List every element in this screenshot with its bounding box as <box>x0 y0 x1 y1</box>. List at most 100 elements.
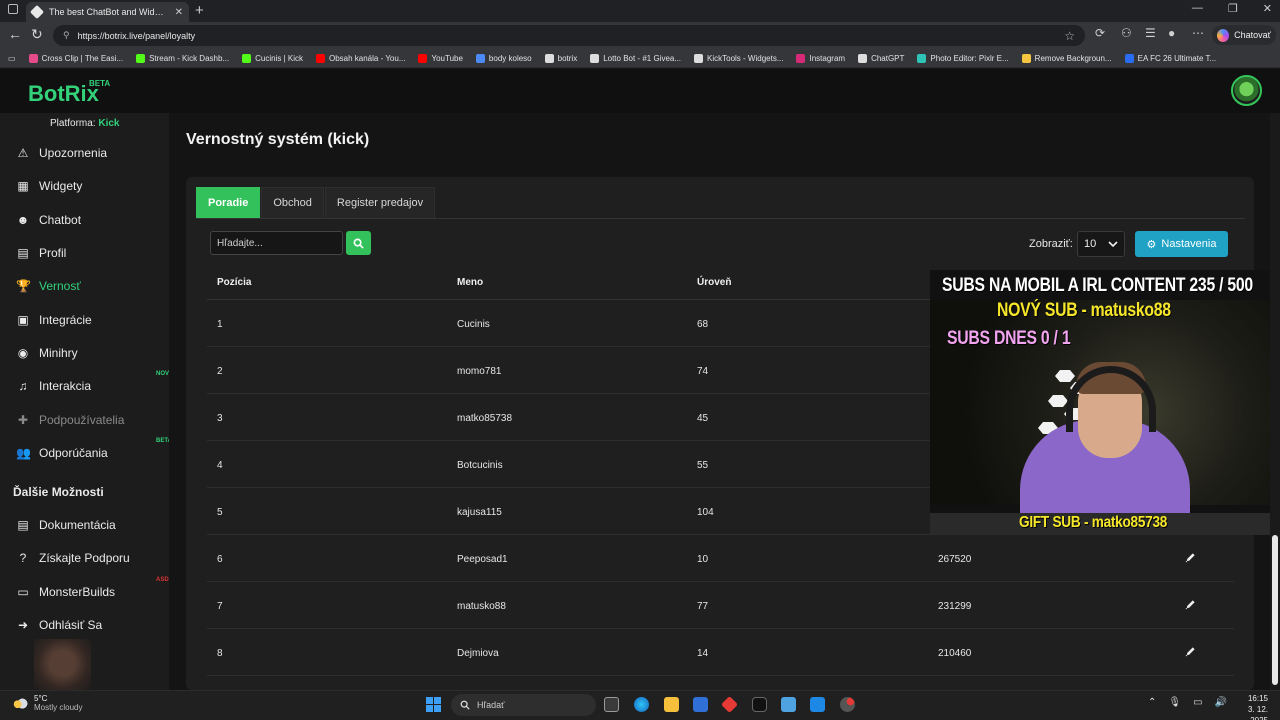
taskbar-search[interactable]: Hľadať <box>451 694 596 716</box>
new-tab-icon[interactable]: + <box>195 2 204 19</box>
file-explorer-icon[interactable] <box>664 697 679 712</box>
sidebar-item-logout[interactable]: ➜ Odhlásiť Sa <box>16 615 166 635</box>
bookmark-item[interactable]: Instagram <box>796 53 846 63</box>
bookmark-item[interactable]: ChatGPT <box>858 53 904 63</box>
extensions-icon[interactable]: ⟳ <box>1095 26 1105 40</box>
gamepad-icon: ◉ <box>17 346 29 360</box>
header-position[interactable]: Pozícia <box>217 277 251 288</box>
bookmark-item[interactable]: body koleso <box>475 53 532 63</box>
bookmark-item[interactable]: Obsah kanála - You... <box>315 53 406 63</box>
address-bar[interactable]: ⚲ https://botrix.live/panel/loyalty ☆ <box>53 25 1085 46</box>
cell-name: Peeposad1 <box>457 554 508 565</box>
sub-goal-text: SUBS NA MOBIL A IRL CONTENT 235 / 500 <box>942 275 1253 296</box>
bookmark-label: Instagram <box>809 53 846 63</box>
search-icon <box>353 238 364 249</box>
settings-button[interactable]: ⚙ Nastavenia <box>1135 231 1228 257</box>
sidebar-item-subusers[interactable]: ✚ Podpoužívatelia <box>16 410 166 430</box>
task-view-icon[interactable] <box>604 697 619 712</box>
sidebar-item-integrations[interactable]: ▣ Integrácie <box>16 310 166 330</box>
search-button[interactable] <box>346 231 371 255</box>
site-info-icon[interactable]: ⚲ <box>63 30 70 41</box>
scrollbar-thumb[interactable] <box>1272 535 1278 685</box>
more-options-icon[interactable]: ⋯ <box>1192 26 1204 40</box>
obs-icon[interactable] <box>840 697 855 712</box>
bookmark-favicon-icon <box>796 53 806 63</box>
copilot-button[interactable]: Chatovať <box>1212 25 1276 45</box>
bookmark-label: YouTube <box>431 53 463 63</box>
start-button[interactable] <box>426 697 441 712</box>
tiktok-icon[interactable] <box>752 697 767 712</box>
close-tab-icon[interactable]: ✕ <box>175 7 183 18</box>
gears-icon: ⚙ <box>1146 238 1157 251</box>
pencil-icon[interactable] <box>1185 552 1196 563</box>
sidebar-item-loyalty[interactable]: 🏆 Vernosť <box>16 276 166 296</box>
bookmark-label: Cross Clip | The Easi... <box>41 53 124 63</box>
bookmark-item[interactable]: Photo Editor: Pixlr E... <box>917 53 1009 63</box>
sidebar-section-title: Ďalšie Možnosti <box>13 485 104 499</box>
microphone-icon[interactable]: 🎙 <box>1168 697 1181 708</box>
show-entries-select[interactable]: 10 <box>1077 231 1125 257</box>
network-icon[interactable]: ▭ <box>1193 697 1202 708</box>
split-screen-icon[interactable]: ⚇ <box>1121 26 1132 40</box>
sidebar-item-support[interactable]: ? Získajte Podporu <box>16 548 166 568</box>
bookmarks-bar: ▭ Cross Clip | The Easi... Stream - Kick D… <box>0 49 1280 68</box>
bookmark-item[interactable]: YouTube <box>418 53 463 63</box>
tab-leaderboard[interactable]: Poradie <box>196 187 261 219</box>
taskbar-clock[interactable]: 16:15 3. 12. 2025 <box>1228 693 1268 720</box>
back-icon[interactable]: ← <box>8 26 22 42</box>
table-row: 6 Peeposad1 10 267520 <box>207 535 1234 582</box>
sidebar-item-alerts[interactable]: ⚠ Upozornenia <box>16 143 166 163</box>
edge-icon[interactable] <box>634 697 649 712</box>
sidebar-item-minigames[interactable]: ◉ Minihry <box>16 343 166 363</box>
warning-icon: ⚠ <box>17 146 29 160</box>
browser-tab[interactable]: The best ChatBot and Widgets for ✕ <box>26 2 189 22</box>
chevron-up-icon[interactable]: ⌃ <box>1148 697 1156 708</box>
tab-shop[interactable]: Obchod <box>261 187 324 219</box>
sidebar-item-documentation[interactable]: ▤ Dokumentácia <box>16 515 166 535</box>
bookmark-item[interactable]: Stream - Kick Dashb... <box>136 53 229 63</box>
bookmark-item[interactable]: Cucinis | Kick <box>242 53 303 63</box>
reading-list-icon[interactable]: ▭ <box>8 54 16 63</box>
sidebar-item-profile[interactable]: ▤ Profil <box>16 243 166 263</box>
sidebar-item-interaction[interactable]: ♫ Interakcia NOVÉ <box>16 371 174 396</box>
minimize-icon[interactable]: — <box>1192 2 1203 15</box>
notes-icon[interactable] <box>781 697 796 712</box>
weather-widget[interactable]: 5°C Mostly cloudy <box>12 694 82 712</box>
volume-icon[interactable]: 🔊 <box>1215 697 1227 708</box>
favorite-star-icon[interactable]: ☆ <box>1064 29 1075 43</box>
tab-sales-register[interactable]: Register predajov <box>324 187 436 219</box>
book-icon: ▤ <box>17 518 29 532</box>
maximize-icon[interactable]: ❐ <box>1228 2 1238 15</box>
pencil-icon[interactable] <box>1185 599 1196 610</box>
bookmark-item[interactable]: Remove Backgroun... <box>1021 53 1112 63</box>
cell-position: 8 <box>217 648 223 659</box>
favorites-icon[interactable]: ☰ <box>1145 26 1156 40</box>
header-name[interactable]: Meno <box>457 277 483 288</box>
asd-badge: ASD <box>156 577 169 583</box>
close-window-icon[interactable]: ✕ <box>1263 2 1272 15</box>
bookmark-item[interactable]: Lotto Bot - #1 Givea... <box>590 53 681 63</box>
bookmark-item[interactable]: EA FC 26 Ultimate T... <box>1124 53 1216 63</box>
bookmark-favicon-icon <box>858 53 868 63</box>
user-avatar[interactable] <box>1231 75 1262 106</box>
bookmark-item[interactable]: KickTools - Widgets... <box>694 53 783 63</box>
store-icon[interactable] <box>693 697 708 712</box>
sidebar-item-monsterbuilds[interactable]: ▭ MonsterBuilds ASD <box>16 577 168 602</box>
search-input[interactable] <box>210 231 343 255</box>
reload-icon[interactable]: ↻ <box>31 26 43 43</box>
users-icon: 👥 <box>16 446 31 460</box>
sidebar-item-referrals[interactable]: 👥 Odporúčania BETA <box>16 438 172 463</box>
tab-actions-icon[interactable] <box>8 4 18 14</box>
header-level[interactable]: Úroveň <box>697 277 731 288</box>
sidebar-item-chatbot[interactable]: ☻ Chatbot <box>16 210 166 230</box>
pencil-icon[interactable] <box>1185 646 1196 657</box>
photos-icon[interactable] <box>810 697 825 712</box>
sidebar-item-widgets[interactable]: ▦ Widgety <box>16 176 166 196</box>
bookmark-item[interactable]: Cross Clip | The Easi... <box>28 53 124 63</box>
cell-points: 267520 <box>938 554 972 565</box>
bookmark-label: Obsah kanála - You... <box>328 53 406 63</box>
cell-position: 4 <box>217 460 223 471</box>
bookmark-item[interactable]: botrix <box>544 53 577 63</box>
loyalty-tabs: Poradie Obchod Register predajov <box>196 187 436 219</box>
profile-icon[interactable]: ● <box>1168 26 1175 40</box>
